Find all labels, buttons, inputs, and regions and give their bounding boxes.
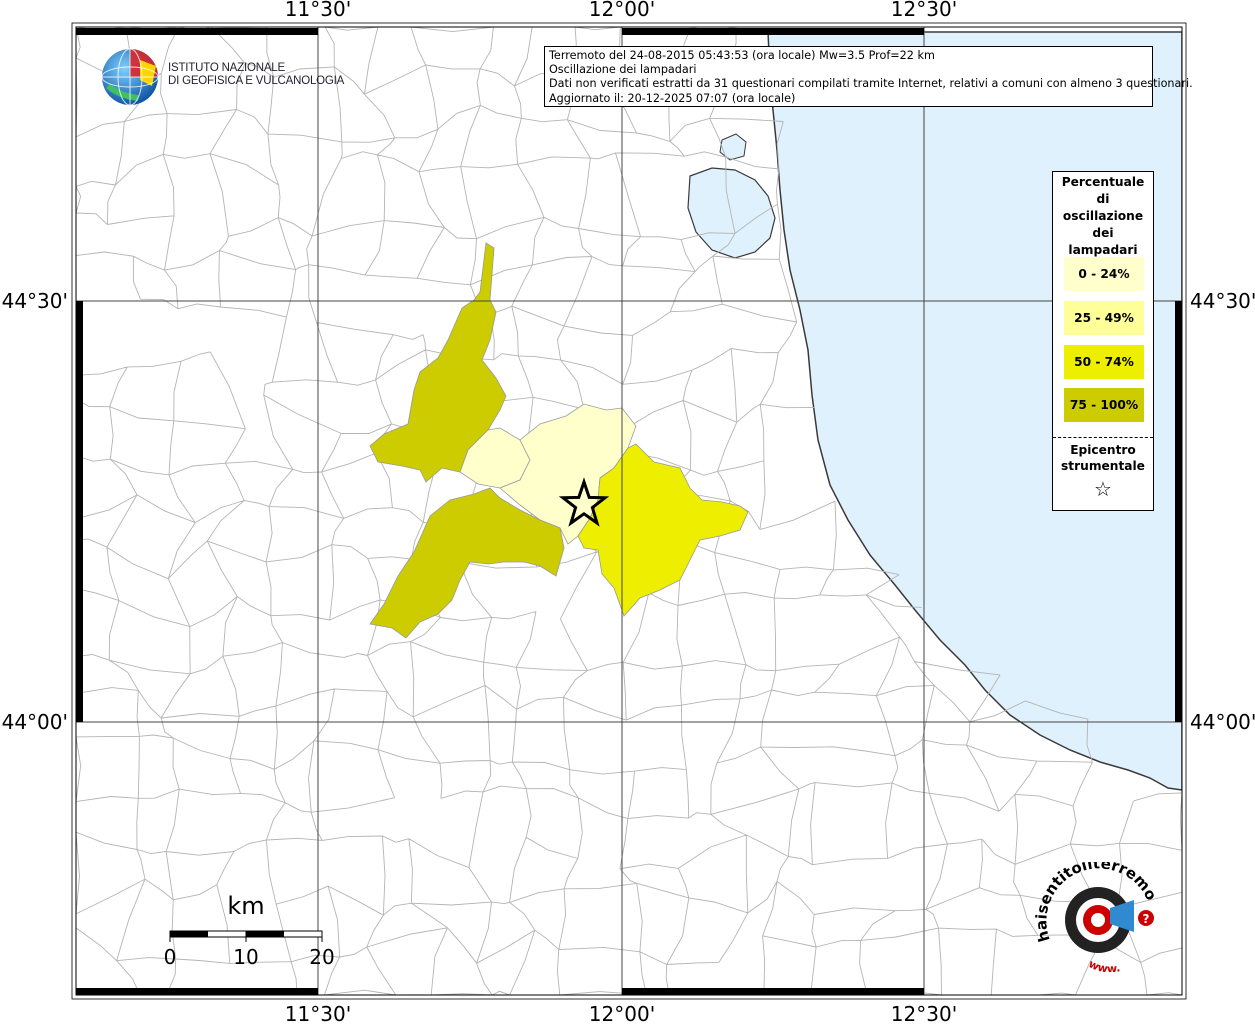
info-line-type: Oscillazione dei lampadari <box>549 63 697 77</box>
lat-label-left-1: 44°30' <box>2 289 68 313</box>
lat-label-left-2: 44°00' <box>2 710 68 734</box>
legend-star-icon: ☆ <box>1094 477 1112 501</box>
legend-title-line: di <box>1096 192 1110 206</box>
ingv-line-2: DI GEOFISICA E VULCANOLOGIA <box>168 75 345 87</box>
legend-title-line: oscillazione <box>1062 209 1144 223</box>
legend-epicenter-line: strumentale <box>1061 459 1145 473</box>
legend-class-75-100: 75 - 100% <box>1064 388 1144 422</box>
legend-class-50-74: 50 - 74% <box>1064 345 1144 379</box>
lon-label-bottom-3: 12°30' <box>891 1002 957 1024</box>
info-line-source: Dati non verificati estratti da 31 quest… <box>549 77 1193 91</box>
lat-label-right-1: 44°30' <box>1190 289 1255 313</box>
hst-logo: haisentitoilterremoto.it www. ? <box>1030 862 1160 972</box>
info-line-event: Terremoto del 24-08-2015 05:43:53 (ora l… <box>549 49 935 62</box>
legend-class-0-24: 0 - 24% <box>1064 257 1144 291</box>
info-line-updated: Aggiornato il: 20-12-2025 07:07 (ora loc… <box>549 91 796 105</box>
ingv-line-1: ISTITUTO NAZIONALE <box>168 62 285 74</box>
hst-logo-www: www. <box>1086 957 1121 972</box>
ingv-logo-text: ISTITUTO NAZIONALE DI GEOFISICA E VULCAN… <box>168 62 344 88</box>
lon-label-bottom-2: 12°00' <box>589 1002 655 1024</box>
legend-title-line: Percentuale <box>1061 175 1145 189</box>
legend-title: Percentuale di oscillazione dei lampadar… <box>1053 174 1153 259</box>
scale-tick-10: 10 <box>233 945 258 969</box>
legend-title-line: dei <box>1092 226 1114 240</box>
lon-label-bottom-1: 11°30' <box>285 1002 351 1024</box>
legend-epicenter-line: Epicentro <box>1070 443 1136 457</box>
legend: Percentuale di oscillazione dei lampadar… <box>1052 171 1154 511</box>
svg-text:?: ? <box>1143 912 1150 926</box>
scale-tick-20: 20 <box>309 945 334 969</box>
earthquake-info-box: Terremoto del 24-08-2015 05:43:53 (ora l… <box>544 46 1193 107</box>
lon-label-top-3: 12°30' <box>891 0 957 21</box>
svg-text:www.: www. <box>1086 957 1121 972</box>
legend-class-25-49: 25 - 49% <box>1064 301 1144 335</box>
scale-unit: km <box>227 892 264 920</box>
lat-label-right-2: 44°00' <box>1190 710 1255 734</box>
legend-separator <box>1053 437 1153 438</box>
legend-epicenter-title: Epicentro strumentale <box>1053 442 1153 474</box>
lon-label-top-1: 11°30' <box>285 0 351 21</box>
scale-tick-0: 0 <box>164 945 177 969</box>
lon-label-top-2: 12°00' <box>589 0 655 21</box>
